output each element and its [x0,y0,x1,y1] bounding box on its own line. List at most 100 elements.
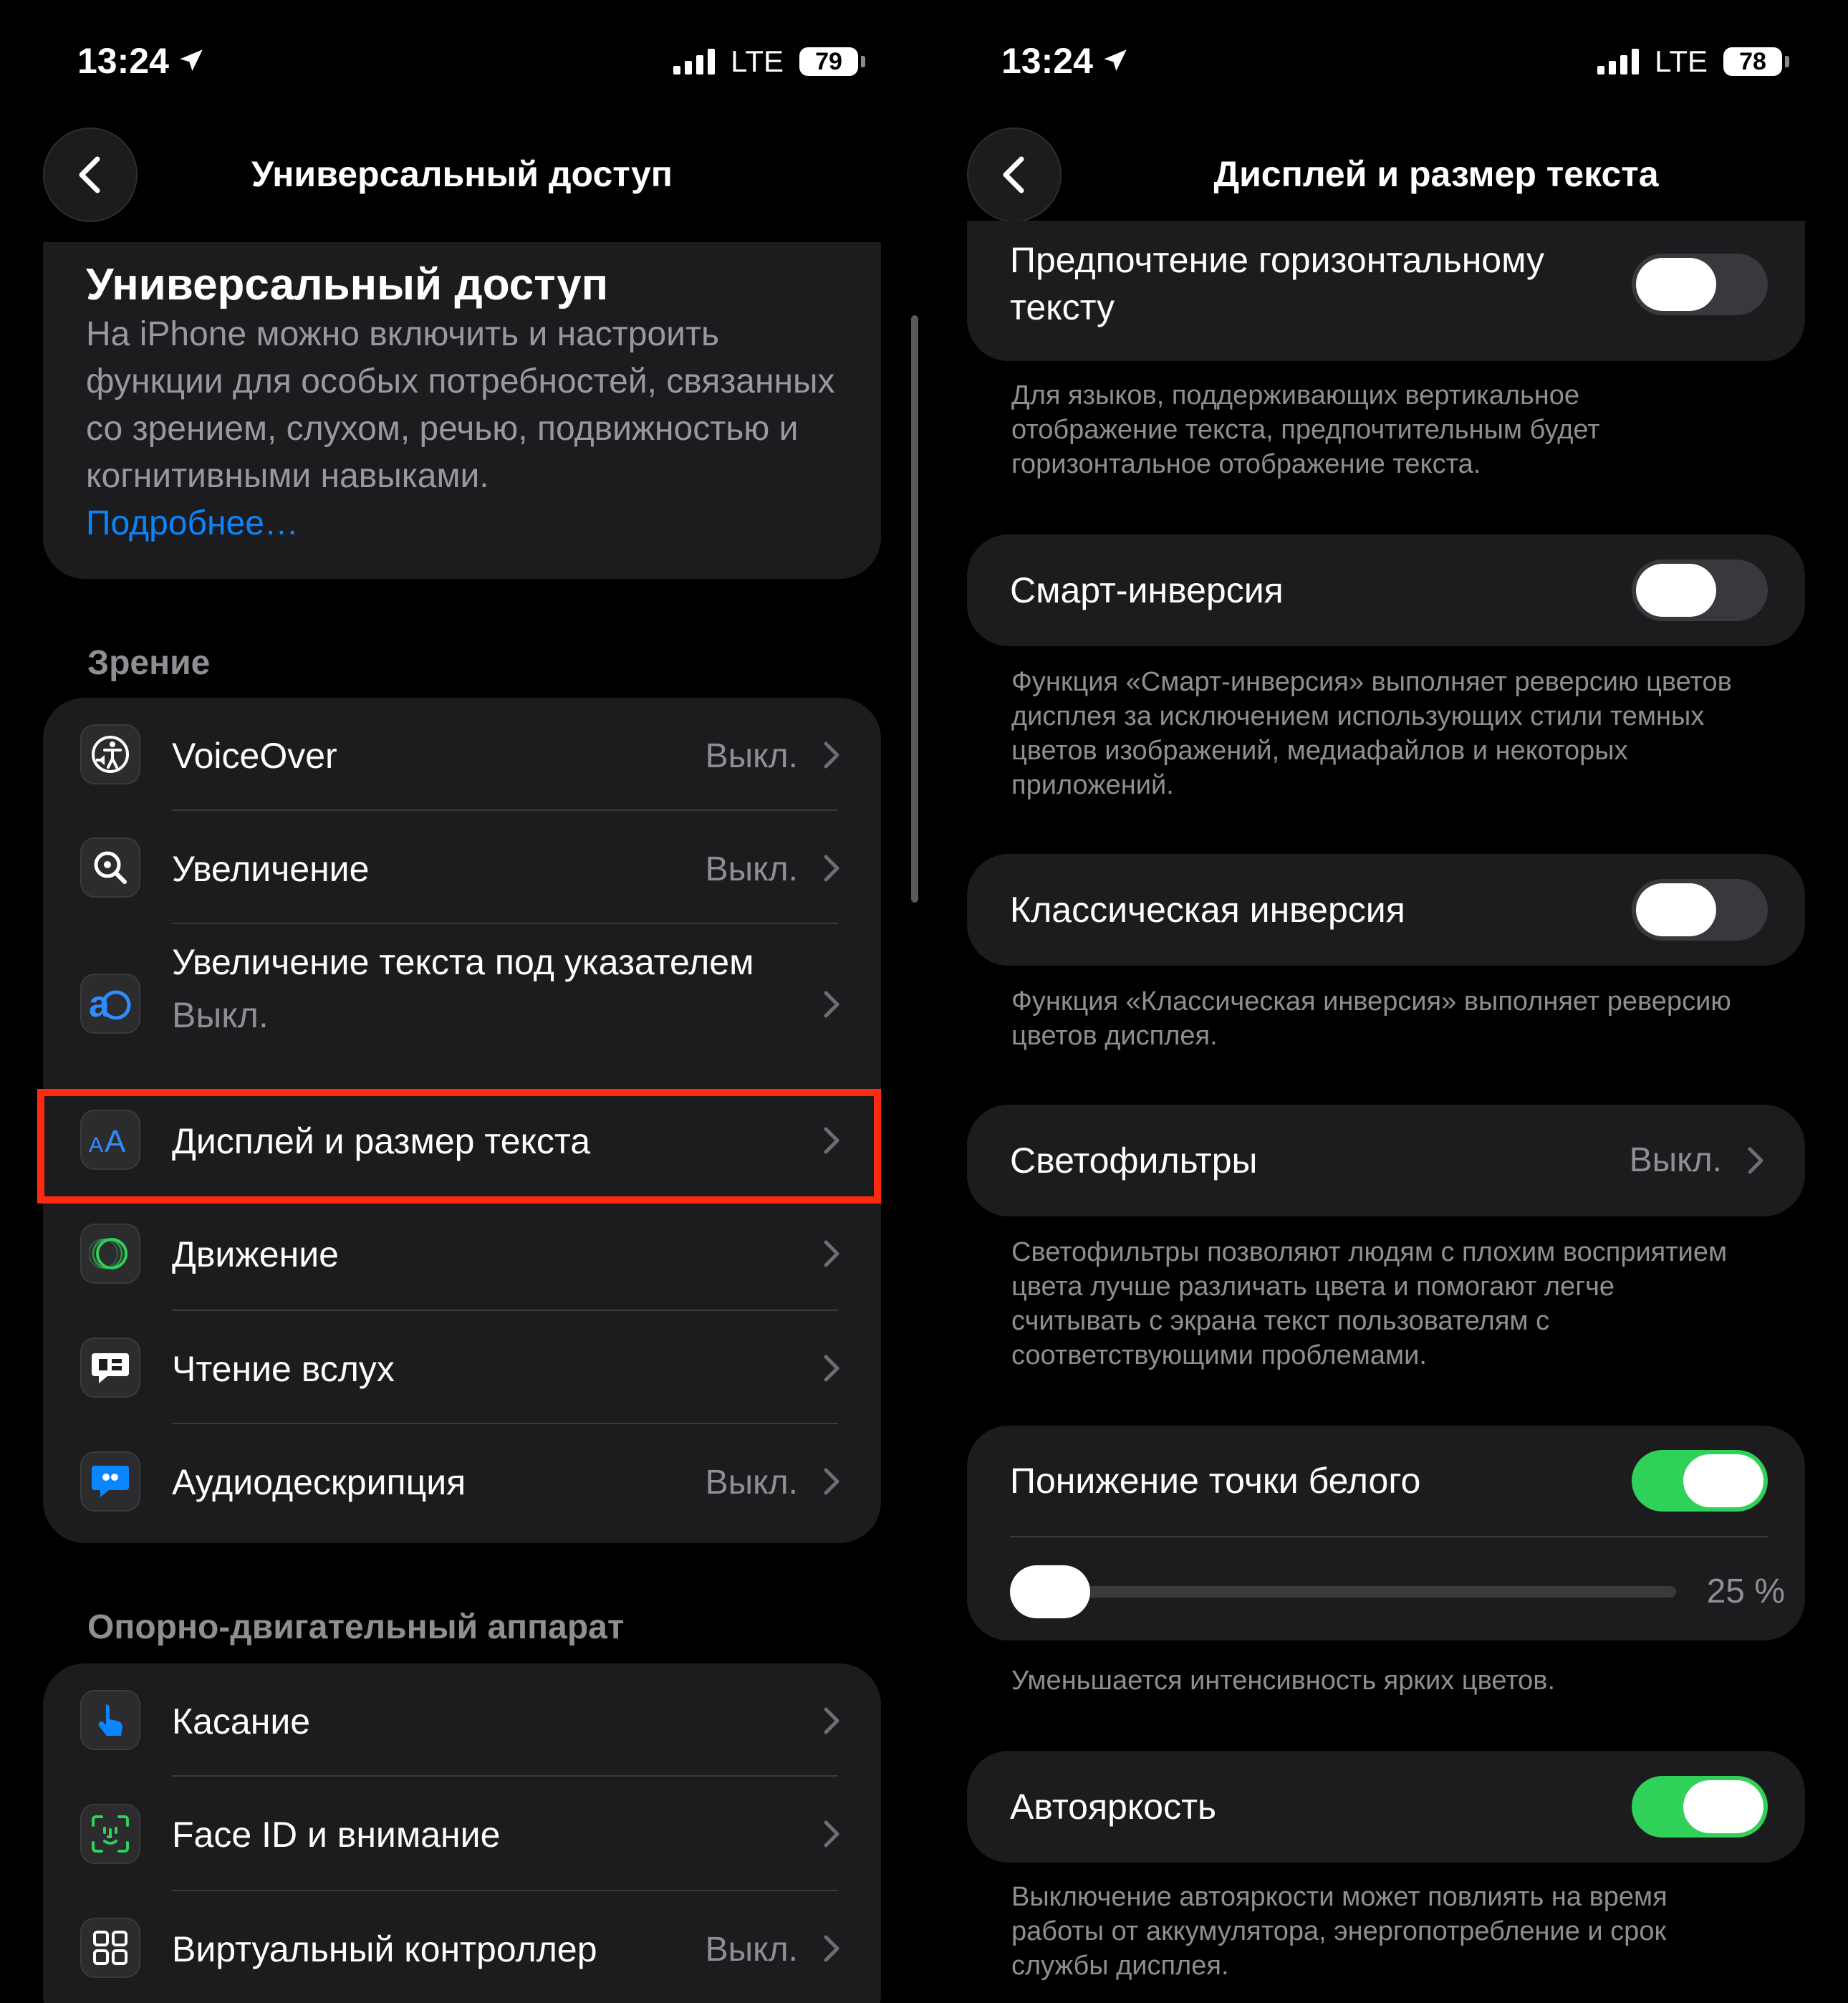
chevron-right-icon [824,1355,839,1382]
audio-description-icon [80,1451,140,1512]
row-value: Выкл. [172,995,269,1035]
back-button[interactable] [967,128,1062,222]
hover-text-icon: a [80,974,140,1034]
reduce-white-point-card: Понижение точки белого 25 % [967,1426,1805,1641]
status-time-text: 13:24 [77,41,169,81]
battery-icon: 78 [1723,47,1789,76]
row-label: Аудиодескрипция [172,1462,466,1502]
status-indicators: LTE 79 [673,44,865,79]
smart-invert-toggle[interactable] [1632,559,1768,621]
row-label: Увеличение [172,849,370,889]
row-audio-description[interactable]: Аудиодескрипция Выкл. [43,1424,881,1539]
about-description-text: На iPhone можно включить и настроить фун… [86,315,835,495]
chevron-right-icon [824,1935,839,1962]
row-switch-control[interactable]: Виртуальный контроллер Выкл. [43,1891,881,2003]
chevron-right-icon [824,855,839,882]
battery-level: 79 [799,47,858,76]
svg-text:a: a [89,984,110,1025]
chevron-right-icon [824,991,839,1018]
row-value: Выкл. [705,1931,798,1969]
page-title: Дисплей и размер текста [1213,154,1659,194]
chevron-right-icon [824,1240,839,1267]
chevron-left-icon [1003,156,1024,193]
learn-more-link[interactable]: Подробнее… [86,500,845,547]
motor-group: Касание Face ID и внимание Виртуальный к… [43,1663,881,2003]
row-zoom[interactable]: Увеличение Выкл. [43,811,881,924]
row-voiceover[interactable]: VoiceOver Выкл. [43,698,881,811]
switch-control-icon [80,1918,140,1978]
status-indicators: LTE 78 [1597,44,1789,79]
auto-brightness-toggle[interactable] [1632,1776,1768,1838]
svg-text:A: A [89,1133,103,1157]
reduce-white-point-footnote: Уменьшается интенсивность ярких цветов. [1011,1666,1556,1696]
vision-group: VoiceOver Выкл. Увеличение Выкл. a Увели… [43,698,881,1543]
row-value: Выкл. [705,737,798,775]
accessibility-screen: 13:24 LTE 79 Универсальный доступ Универ… [0,0,924,2003]
battery-level: 78 [1723,47,1782,76]
row-label: VoiceOver [172,736,337,776]
about-card: Универсальный доступ На iPhone можно вкл… [43,242,881,579]
color-filters-footnote: Светофильтры позволяют людям с плохим во… [1011,1237,1728,1370]
white-point-level: 25 % [1706,1572,1785,1610]
touch-icon [80,1690,140,1750]
smart-invert-footnote: Функция «Смарт-инверсия» выполняет ревер… [1011,667,1732,800]
row-hover-text[interactable]: a Увеличение текста под указателем Выкл. [43,924,881,1083]
classic-invert-footnote: Функция «Классическая инверсия» выполняе… [1011,986,1731,1051]
white-point-slider[interactable] [1024,1586,1676,1598]
scrollbar[interactable] [911,315,918,903]
section-header-vision: Зрение [87,644,211,682]
color-filters-row[interactable]: Светофильтры Выкл. [967,1105,1805,1216]
about-description: На iPhone можно включить и настроить фун… [86,311,845,547]
white-point-slider-thumb[interactable] [1010,1565,1090,1618]
row-label: Движение [172,1234,339,1274]
about-title: Универсальный доступ [86,260,609,309]
section-header-motor: Опорно-двигательный аппарат [87,1608,625,1646]
display-text-size-screen: 13:24 LTE 78 Дисплей и размер текста Пре… [924,0,1848,2003]
row-touch[interactable]: Касание [43,1663,881,1777]
classic-invert-toggle[interactable] [1632,879,1768,941]
auto-brightness-footnote: Выключение автояркости может повлиять на… [1011,1882,1667,1981]
face-id-icon [80,1804,140,1864]
zoom-icon [80,837,140,898]
motion-icon [80,1224,140,1284]
row-spoken-content[interactable]: Чтение вслух [43,1311,881,1424]
cellular-signal-icon [673,49,716,75]
row-label: Чтение вслух [172,1349,395,1389]
row-label: Виртуальный контроллер [172,1929,597,1969]
horizontal-text-toggle[interactable] [1632,254,1768,315]
row-label: Дисплей и размер текста [172,1121,591,1161]
row-label: Касание [172,1701,311,1742]
chevron-right-icon [824,1820,839,1848]
chevron-right-icon [1748,1147,1763,1174]
row-value: Выкл. [705,850,798,888]
status-time: 13:24 [1001,40,1130,82]
voiceover-icon [80,724,140,784]
horizontal-text-card: Предпочтение горизонтальному тексту [967,221,1805,361]
color-filters-label: Светофильтры [1010,1140,1258,1181]
row-face-id[interactable]: Face ID и внимание [43,1777,881,1891]
cellular-signal-icon [1597,49,1640,75]
auto-brightness-label: Автояркость [1010,1787,1217,1827]
row-label: Увеличение текста под указателем [172,942,754,982]
network-type: LTE [1655,44,1708,78]
chevron-right-icon [824,1707,839,1734]
horizontal-text-footnote: Для языков, поддерживающих вертикальное … [1011,380,1600,479]
row-motion[interactable]: Движение [43,1196,881,1311]
horizontal-text-label: Предпочтение горизонтальному тексту [1010,240,1545,327]
auto-brightness-card: Автояркость [967,1751,1805,1863]
svg-text:A: A [105,1124,126,1158]
row-display-text-size[interactable]: AA Дисплей и размер текста [43,1083,881,1196]
page-title: Универсальный доступ [251,154,673,194]
chevron-right-icon [824,1127,839,1154]
row-value: Выкл. [705,1464,798,1502]
classic-invert-label: Классическая инверсия [1010,890,1405,930]
chevron-right-icon [824,1468,839,1495]
network-type: LTE [731,44,784,78]
battery-icon: 79 [799,47,865,76]
status-time-text: 13:24 [1001,41,1093,81]
smart-invert-card: Смарт-инверсия [967,534,1805,646]
location-arrow-icon [180,49,203,71]
text-size-icon: AA [80,1110,140,1170]
reduce-white-point-toggle[interactable] [1632,1450,1768,1512]
chevron-right-icon [824,741,839,769]
